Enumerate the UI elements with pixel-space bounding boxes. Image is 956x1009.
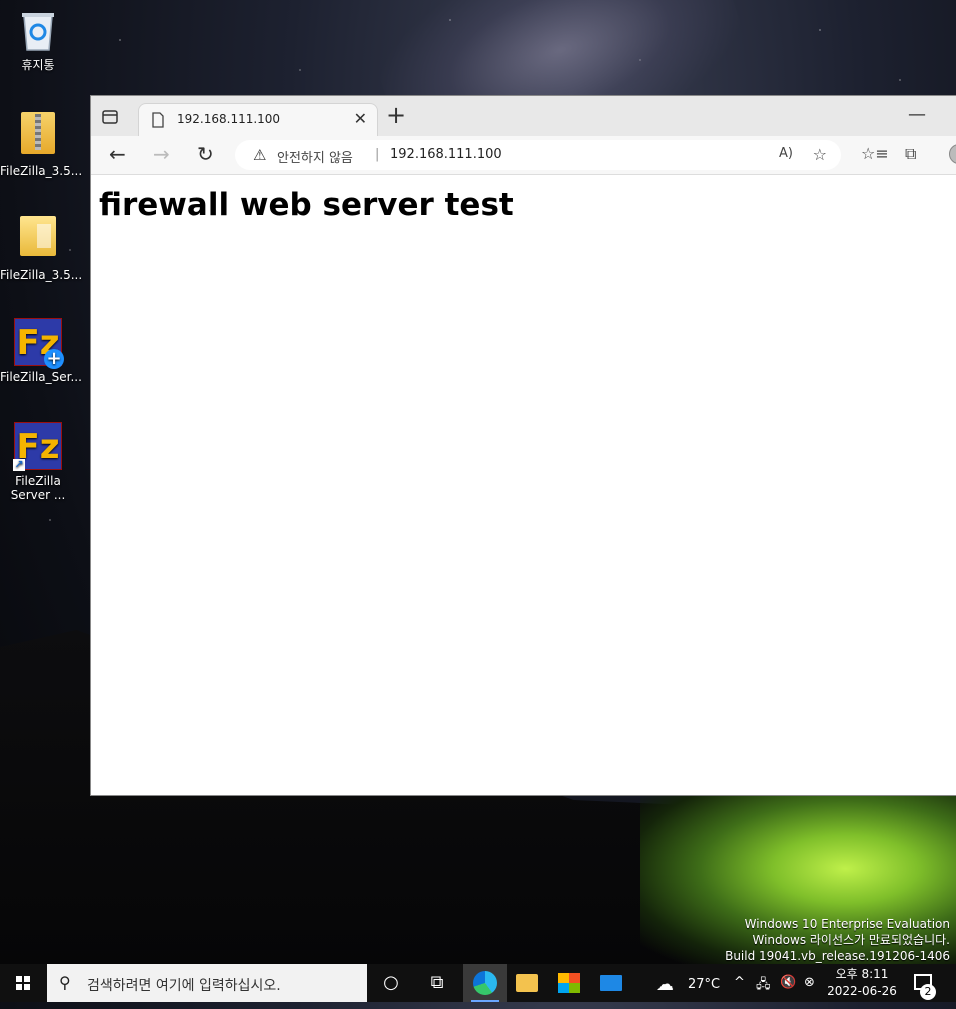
tab-close-icon[interactable]: ✕ <box>354 109 367 128</box>
address-bar[interactable]: ⚠ 안전하지 않음 | 192.168.111.100 A) ☆ <box>235 140 841 170</box>
tab-bar: 192.168.111.100 ✕ + — <box>91 96 956 136</box>
new-tab-icon[interactable]: + <box>386 101 406 129</box>
browser-toolbar: ← → ↻ ⚠ 안전하지 않음 | 192.168.111.100 A) ☆ ☆… <box>91 136 956 175</box>
network-icon[interactable]: 🖧 <box>756 975 771 997</box>
search-placeholder: 검색하려면 여기에 입력하십시오. <box>87 978 281 994</box>
taskbar-mail[interactable] <box>589 964 633 1002</box>
profile-avatar-icon[interactable] <box>949 144 956 164</box>
collections-icon[interactable]: ⧉ <box>905 144 916 164</box>
watermark-line-1: Windows 10 Enterprise Evaluation <box>744 917 950 931</box>
page-content: firewall web server test <box>91 175 956 235</box>
refresh-icon[interactable]: ↻ <box>197 142 214 166</box>
filezilla-installer-icon: Fz + <box>14 318 64 369</box>
warning-icon[interactable]: ⚠ <box>253 146 266 164</box>
weather-cloud-icon[interactable]: ☁ <box>656 974 674 995</box>
recycle-bin-icon <box>18 8 58 52</box>
address-separator: | <box>375 147 380 162</box>
windows-activation-watermark: Windows 10 Enterprise Evaluation Windows… <box>725 916 950 964</box>
minimize-icon[interactable]: — <box>908 104 926 125</box>
tab-actions-icon[interactable] <box>101 108 119 126</box>
desktop-icon-filezilla-folder[interactable]: FileZilla_3.5... <box>0 216 83 282</box>
taskbar-search-box[interactable]: ⚲ 검색하려면 여기에 입력하십시오. <box>47 964 367 1002</box>
desktop-icon-filezilla-zip[interactable]: FileZilla_3.5... <box>0 112 83 178</box>
tab-active[interactable]: 192.168.111.100 ✕ <box>138 103 378 136</box>
folder-icon <box>20 216 56 256</box>
desktop-icon-filezilla-server[interactable]: Fz ↗ FileZilla Server ... <box>0 422 76 502</box>
page-heading: firewall web server test <box>99 187 514 223</box>
taskbar-clock[interactable]: 오후 8:11 2022-06-26 <box>824 966 900 1000</box>
edge-icon <box>473 971 497 995</box>
clock-date: 2022-06-26 <box>827 984 897 998</box>
volume-muted-icon[interactable]: 🔇 <box>780 975 796 990</box>
filezilla-server-icon: Fz ↗ <box>13 422 62 471</box>
cortana-icon[interactable]: ○ <box>369 964 413 1002</box>
show-hidden-icons-icon[interactable]: ^ <box>734 975 745 990</box>
taskbar: ⚲ 검색하려면 여기에 입력하십시오. ○ ⧉ ☁ 27°C ^ 🖧 🔇 ⊗ 오… <box>0 964 956 1002</box>
desktop-icon-label: FileZilla_3.5... <box>0 164 83 178</box>
back-arrow-icon[interactable]: ← <box>109 142 126 166</box>
watermark-line-3: Build 19041.vb_release.191206-1406 <box>725 949 950 963</box>
desktop-icon-label: FileZilla_3.5... <box>0 268 83 282</box>
desktop-icon-label: FileZilla_Ser... <box>0 370 82 384</box>
store-icon <box>558 973 580 993</box>
zip-archive-icon <box>21 112 55 154</box>
browser-window: 192.168.111.100 ✕ + — ← → ↻ ⚠ 안전하지 않음 | … <box>91 96 956 795</box>
taskbar-edge[interactable] <box>463 964 507 1002</box>
clock-time: 오후 8:11 <box>835 967 889 981</box>
desktop-icon-filezilla-installer[interactable]: Fz + FileZilla_Ser... <box>0 318 82 384</box>
desktop-icon-recycle-bin[interactable]: 휴지통 <box>0 8 76 73</box>
desktop-icon-label: 휴지통 <box>21 58 55 72</box>
task-view-icon[interactable]: ⧉ <box>415 964 459 1002</box>
search-icon: ⚲ <box>59 973 71 992</box>
read-aloud-icon[interactable]: A) <box>779 146 793 161</box>
file-explorer-icon <box>516 974 538 992</box>
page-icon <box>151 112 165 128</box>
watermark-line-2: Windows 라이선스가 만료되었습니다. <box>752 933 951 947</box>
taskbar-file-explorer[interactable] <box>505 964 549 1002</box>
tab-title: 192.168.111.100 <box>177 112 281 126</box>
favorites-icon[interactable]: ☆≡ <box>861 144 889 163</box>
forward-arrow-icon[interactable]: → <box>153 142 170 166</box>
notification-count-badge: 2 <box>920 984 936 1000</box>
weather-temperature[interactable]: 27°C <box>688 977 720 992</box>
windows-logo-icon <box>16 976 30 990</box>
error-icon[interactable]: ⊗ <box>804 975 815 990</box>
desktop-icon-label: FileZilla Server ... <box>10 474 66 502</box>
add-favorite-icon[interactable]: ☆ <box>813 145 827 164</box>
taskbar-store[interactable] <box>547 964 591 1002</box>
url-text[interactable]: 192.168.111.100 <box>390 147 502 162</box>
mail-icon <box>600 975 622 991</box>
security-status-text[interactable]: 안전하지 않음 <box>277 147 353 166</box>
start-button[interactable] <box>0 964 46 1002</box>
